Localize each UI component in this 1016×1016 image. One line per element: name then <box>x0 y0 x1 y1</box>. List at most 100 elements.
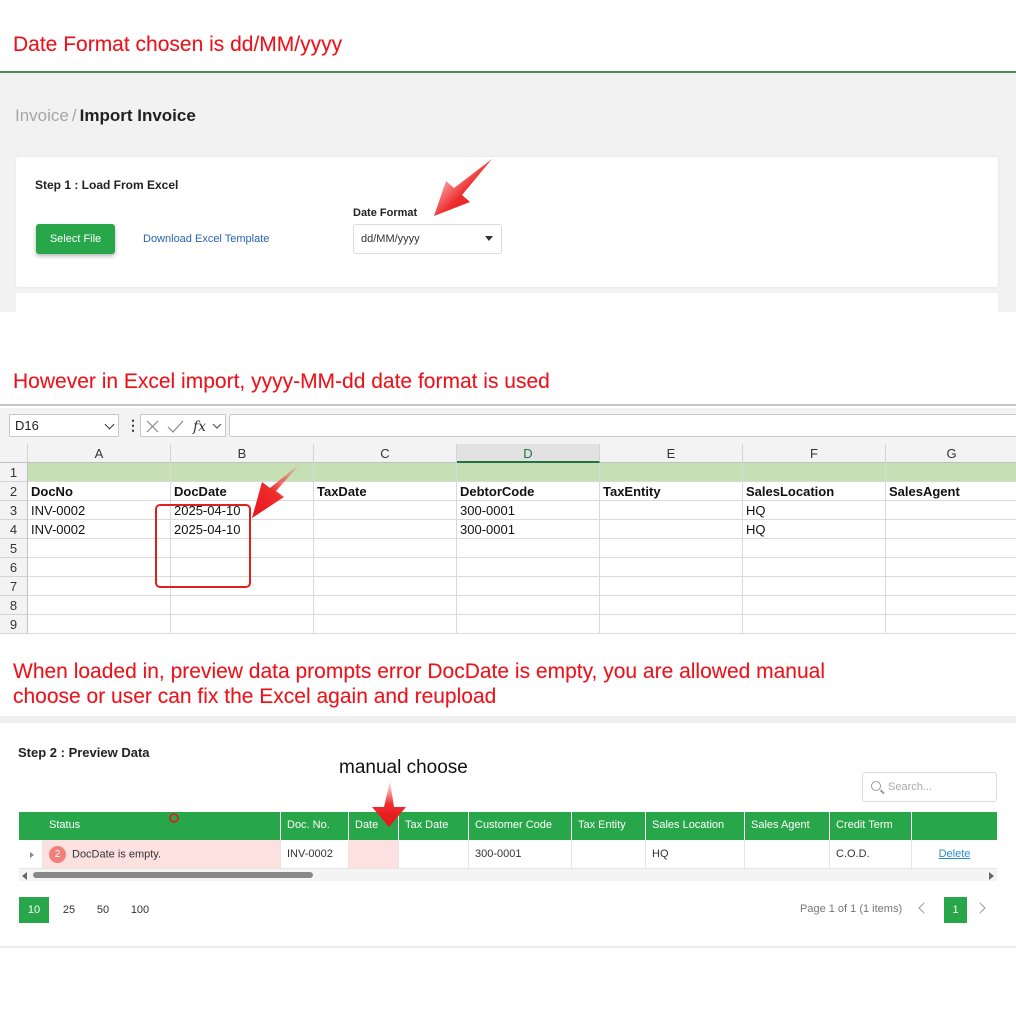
cell-d2[interactable]: DebtorCode <box>457 482 600 501</box>
column-header-sales-location[interactable]: Sales Location <box>646 812 745 840</box>
cell-f4[interactable]: HQ <box>743 520 886 539</box>
cell-f9[interactable] <box>743 615 886 634</box>
insert-function-icon[interactable]: fx <box>192 419 206 435</box>
scroll-right-icon[interactable] <box>989 872 994 880</box>
cell-g7[interactable] <box>886 577 1016 596</box>
cell-b2[interactable]: DocDate <box>171 482 314 501</box>
more-options-icon[interactable]: ⋮ <box>126 417 140 434</box>
cell-g2[interactable]: SalesAgent <box>886 482 1016 501</box>
cell-c7[interactable] <box>314 577 457 596</box>
horizontal-scrollbar[interactable] <box>19 869 997 881</box>
column-header-doc-no[interactable]: Doc. No. <box>281 812 349 840</box>
column-header-e[interactable]: E <box>600 444 743 463</box>
cell-c4[interactable] <box>314 520 457 539</box>
date-format-select[interactable]: dd/MM/yyyy <box>353 224 502 254</box>
row-header-5[interactable]: 5 <box>0 539 28 558</box>
pager-prev-icon[interactable] <box>918 902 930 914</box>
cell-g5[interactable] <box>886 539 1016 558</box>
row-header-9[interactable]: 9 <box>0 615 28 634</box>
cell-c2[interactable]: TaxDate <box>314 482 457 501</box>
cell-a9[interactable] <box>28 615 171 634</box>
column-header-tax-entity[interactable]: Tax Entity <box>572 812 646 840</box>
cell-f8[interactable] <box>743 596 886 615</box>
cell-f2[interactable]: SalesLocation <box>743 482 886 501</box>
cell-d1[interactable] <box>457 463 600 482</box>
column-header-f[interactable]: F <box>743 444 886 463</box>
page-size-10[interactable]: 10 <box>19 897 49 923</box>
tax-date-cell[interactable] <box>399 840 469 869</box>
cell-f3[interactable]: HQ <box>743 501 886 520</box>
cell-e4[interactable] <box>600 520 743 539</box>
cell-c6[interactable] <box>314 558 457 577</box>
enter-check-icon[interactable] <box>167 420 184 433</box>
cell-e2[interactable]: TaxEntity <box>600 482 743 501</box>
column-header-tax-date[interactable]: Tax Date <box>399 812 469 840</box>
cell-d9[interactable] <box>457 615 600 634</box>
cell-d8[interactable] <box>457 596 600 615</box>
cell-a8[interactable] <box>28 596 171 615</box>
column-header-c[interactable]: C <box>314 444 457 463</box>
formula-input[interactable] <box>229 414 1016 437</box>
cell-c1[interactable] <box>314 463 457 482</box>
cell-f6[interactable] <box>743 558 886 577</box>
row-header-8[interactable]: 8 <box>0 596 28 615</box>
cell-g3[interactable] <box>886 501 1016 520</box>
date-cell[interactable] <box>349 840 399 869</box>
expand-row-cell[interactable] <box>19 840 43 869</box>
cell-f5[interactable] <box>743 539 886 558</box>
pager-page-1[interactable]: 1 <box>944 897 967 923</box>
column-header-status[interactable]: Status <box>19 812 281 840</box>
cell-f7[interactable] <box>743 577 886 596</box>
delete-link[interactable]: Delete <box>939 848 971 860</box>
cell-b1[interactable] <box>171 463 314 482</box>
select-all-corner[interactable] <box>0 444 28 463</box>
cell-e1[interactable] <box>600 463 743 482</box>
cell-a4[interactable]: INV-0002 <box>28 520 171 539</box>
cell-b9[interactable] <box>171 615 314 634</box>
cell-b8[interactable] <box>171 596 314 615</box>
cell-e9[interactable] <box>600 615 743 634</box>
cancel-icon[interactable] <box>146 420 159 433</box>
column-header-sales-agent[interactable]: Sales Agent <box>745 812 830 840</box>
cell-a6[interactable] <box>28 558 171 577</box>
search-input[interactable]: Search... <box>862 772 997 802</box>
cell-e7[interactable] <box>600 577 743 596</box>
cell-d3[interactable]: 300-0001 <box>457 501 600 520</box>
scroll-left-icon[interactable] <box>22 872 27 880</box>
column-header-date[interactable]: Date <box>349 812 399 840</box>
select-file-button[interactable]: Select File <box>36 224 115 254</box>
cell-c8[interactable] <box>314 596 457 615</box>
row-header-3[interactable]: 3 <box>0 501 28 520</box>
cell-g8[interactable] <box>886 596 1016 615</box>
cell-d5[interactable] <box>457 539 600 558</box>
cell-e3[interactable] <box>600 501 743 520</box>
cell-a7[interactable] <box>28 577 171 596</box>
column-header-a[interactable]: A <box>28 444 171 463</box>
cell-e6[interactable] <box>600 558 743 577</box>
cell-a5[interactable] <box>28 539 171 558</box>
row-header-4[interactable]: 4 <box>0 520 28 539</box>
row-header-1[interactable]: 1 <box>0 463 28 482</box>
cell-a3[interactable]: INV-0002 <box>28 501 171 520</box>
row-header-7[interactable]: 7 <box>0 577 28 596</box>
cell-f1[interactable] <box>743 463 886 482</box>
cell-d6[interactable] <box>457 558 600 577</box>
cell-d7[interactable] <box>457 577 600 596</box>
column-header-credit-term[interactable]: Credit Term <box>830 812 912 840</box>
page-size-100[interactable]: 100 <box>124 897 156 923</box>
cell-g4[interactable] <box>886 520 1016 539</box>
cell-e5[interactable] <box>600 539 743 558</box>
column-header-d[interactable]: D <box>457 444 600 463</box>
scrollbar-thumb[interactable] <box>33 872 313 878</box>
cell-a2[interactable]: DocNo <box>28 482 171 501</box>
cell-c9[interactable] <box>314 615 457 634</box>
name-box[interactable]: D16 <box>9 414 119 437</box>
cell-e8[interactable] <box>600 596 743 615</box>
cell-c5[interactable] <box>314 539 457 558</box>
cell-a1[interactable] <box>28 463 171 482</box>
row-header-2[interactable]: 2 <box>0 482 28 501</box>
breadcrumb-invoice-link[interactable]: Invoice <box>15 106 69 125</box>
pager-next-icon[interactable] <box>974 902 986 914</box>
column-header-customer-code[interactable]: Customer Code <box>469 812 572 840</box>
cell-g1[interactable] <box>886 463 1016 482</box>
